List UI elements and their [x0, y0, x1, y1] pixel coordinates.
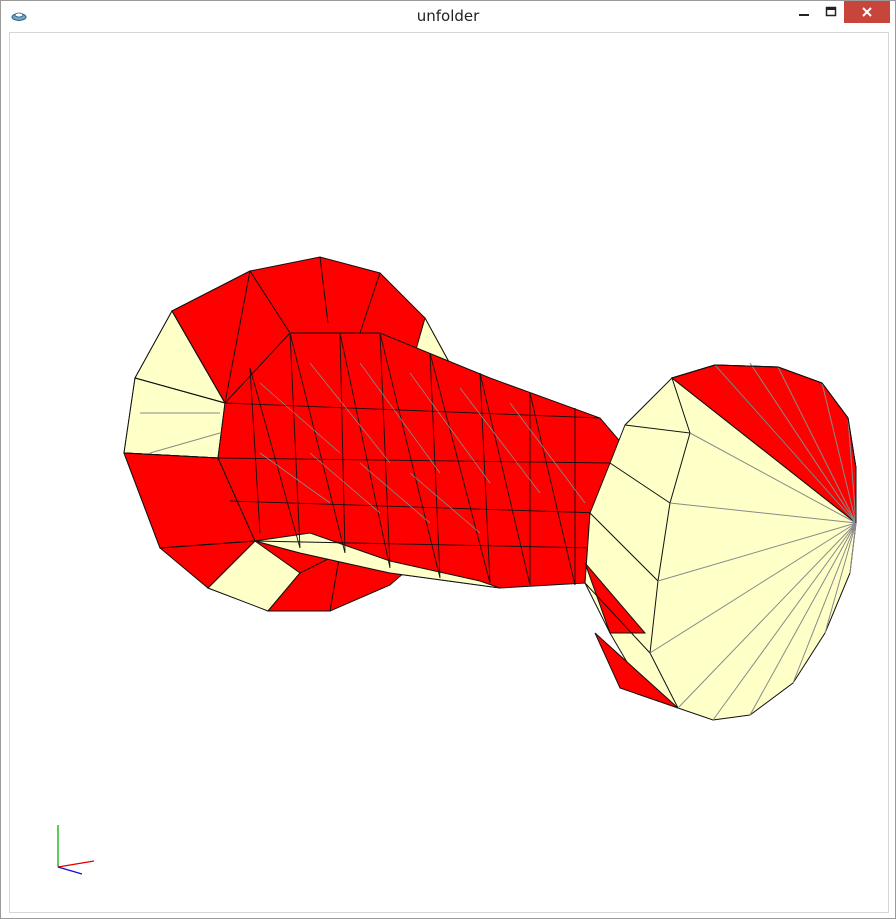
- minimize-icon: [799, 14, 809, 16]
- close-icon: [862, 7, 872, 17]
- close-button[interactable]: [844, 1, 890, 23]
- maximize-icon: [825, 6, 837, 17]
- x-axis-line: [57, 860, 95, 868]
- right-end-cap: [584, 362, 857, 721]
- minimize-button[interactable]: [791, 1, 817, 23]
- window-title: unfolder: [416, 7, 480, 25]
- 3d-viewport[interactable]: [9, 32, 889, 913]
- mesh-render[interactable]: [10, 33, 888, 912]
- axes-gizmo: [57, 825, 95, 875]
- app-window: unfolder: [0, 0, 896, 919]
- title-bar[interactable]: unfolder: [1, 1, 895, 31]
- maximize-button[interactable]: [818, 1, 844, 23]
- z-axis-line: [57, 866, 83, 875]
